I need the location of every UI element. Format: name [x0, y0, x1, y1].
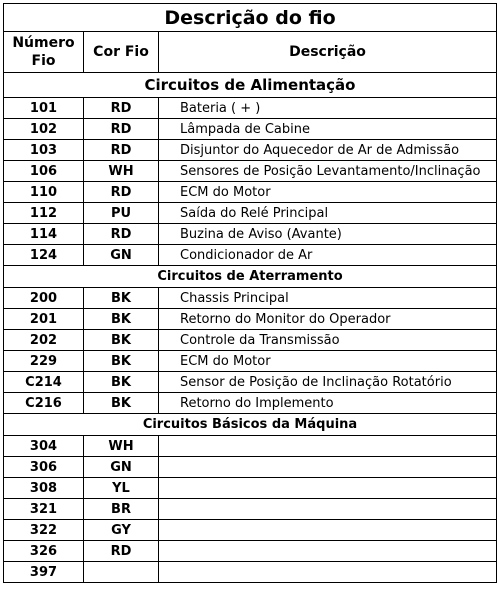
wire-description: Lâmpada de Cabine [158, 118, 497, 140]
table-row: 112 PU Saída do Relé Principal [3, 202, 497, 224]
table-row: 102 RD Lâmpada de Cabine [3, 118, 497, 140]
table-row: 200 BK Chassis Principal [3, 287, 497, 309]
table-row: C214 BK Sensor de Posição de Inclinação Ro… [3, 371, 497, 393]
wire-description: Sensor de Posição de Inclinação Rotatóri… [158, 371, 497, 393]
header-descricao: Descrição [158, 31, 497, 73]
wire-color: RD [83, 139, 159, 161]
wire-number: 106 [3, 160, 84, 182]
wire-number: 103 [3, 139, 84, 161]
wire-number: 110 [3, 181, 84, 203]
wire-description [158, 519, 497, 541]
table-row: 202 BK Controle da Transmissão [3, 329, 497, 351]
wire-color [83, 561, 159, 583]
wire-number: 306 [3, 456, 84, 478]
wire-color: GY [83, 519, 159, 541]
wire-color: RD [83, 97, 159, 119]
wire-number: 308 [3, 477, 84, 499]
table-row: 124 GN Condicionador de Ar [3, 244, 497, 266]
table-row: 322 GY [3, 519, 497, 541]
wire-color: BK [83, 392, 159, 414]
wire-description: Buzina de Aviso (Avante) [158, 223, 497, 245]
header-cor-fio: Cor Fio [83, 31, 159, 73]
wire-number: 101 [3, 97, 84, 119]
wire-number: 124 [3, 244, 84, 266]
table-row: C216 BK Retorno do Implemento [3, 392, 497, 414]
wire-description [158, 477, 497, 499]
wire-description: ECM do Motor [158, 350, 497, 372]
wire-description-table: Descrição do fio Número Fio Cor Fio Desc… [3, 3, 497, 583]
wire-description [158, 540, 497, 562]
wire-color: BK [83, 371, 159, 393]
wire-description: Controle da Transmissão [158, 329, 497, 351]
wire-description [158, 435, 497, 457]
section-title: Circuitos Básicos da Máquina [3, 413, 497, 436]
wire-color: YL [83, 477, 159, 499]
wire-color: BK [83, 350, 159, 372]
table-row: 101 RD Bateria ( + ) [3, 97, 497, 119]
section-title: Circuitos de Alimentação [3, 72, 497, 98]
wire-color: GN [83, 456, 159, 478]
section-title: Circuitos de Aterramento [3, 265, 497, 288]
wire-number: 200 [3, 287, 84, 309]
header-numero-fio: Número Fio [3, 31, 84, 73]
table-row: 326 RD [3, 540, 497, 562]
wire-color: WH [83, 435, 159, 457]
wire-number: C216 [3, 392, 84, 414]
wire-description: Disjuntor do Aquecedor de Ar de Admissão [158, 139, 497, 161]
wire-color: BK [83, 329, 159, 351]
wire-color: RD [83, 118, 159, 140]
wire-number: 202 [3, 329, 84, 351]
wire-description [158, 456, 497, 478]
wire-description: Retorno do Monitor do Operador [158, 308, 497, 330]
wire-number: 112 [3, 202, 84, 224]
table-title: Descrição do fio [3, 3, 497, 32]
wire-number: C214 [3, 371, 84, 393]
wire-color: WH [83, 160, 159, 182]
table-row: 106 WH Sensores de Posição Levantamento/In… [3, 160, 497, 182]
wire-description [158, 498, 497, 520]
table-row: 201 BK Retorno do Monitor do Operador [3, 308, 497, 330]
table-row: 103 RD Disjuntor do Aquecedor de Ar de Adm… [3, 139, 497, 161]
wire-color: BR [83, 498, 159, 520]
wire-number: 304 [3, 435, 84, 457]
wire-number: 397 [3, 561, 84, 583]
table-row: 229 BK ECM do Motor [3, 350, 497, 372]
wire-number: 201 [3, 308, 84, 330]
wire-number: 326 [3, 540, 84, 562]
wire-description: Saída do Relé Principal [158, 202, 497, 224]
table-row: 321 BR [3, 498, 497, 520]
wire-description: Retorno do Implemento [158, 392, 497, 414]
table-row: 110 RD ECM do Motor [3, 181, 497, 203]
wire-number: 322 [3, 519, 84, 541]
table-row: 114 RD Buzina de Aviso (Avante) [3, 223, 497, 245]
table-row: 306 GN [3, 456, 497, 478]
wire-color: PU [83, 202, 159, 224]
wire-description: Bateria ( + ) [158, 97, 497, 119]
wire-number: 102 [3, 118, 84, 140]
wire-color: BK [83, 308, 159, 330]
table-row: 397 [3, 561, 497, 583]
wire-description: Chassis Principal [158, 287, 497, 309]
wire-color: RD [83, 540, 159, 562]
wire-description: ECM do Motor [158, 181, 497, 203]
table-row: 304 WH [3, 435, 497, 457]
wire-color: GN [83, 244, 159, 266]
wire-color: BK [83, 287, 159, 309]
wire-description: Sensores de Posição Levantamento/Inclina… [158, 160, 497, 182]
wire-description [158, 561, 497, 583]
wire-description: Condicionador de Ar [158, 244, 497, 266]
wire-number: 114 [3, 223, 84, 245]
wire-number: 229 [3, 350, 84, 372]
wire-color: RD [83, 181, 159, 203]
wire-color: RD [83, 223, 159, 245]
wire-number: 321 [3, 498, 84, 520]
table-row: 308 YL [3, 477, 497, 499]
